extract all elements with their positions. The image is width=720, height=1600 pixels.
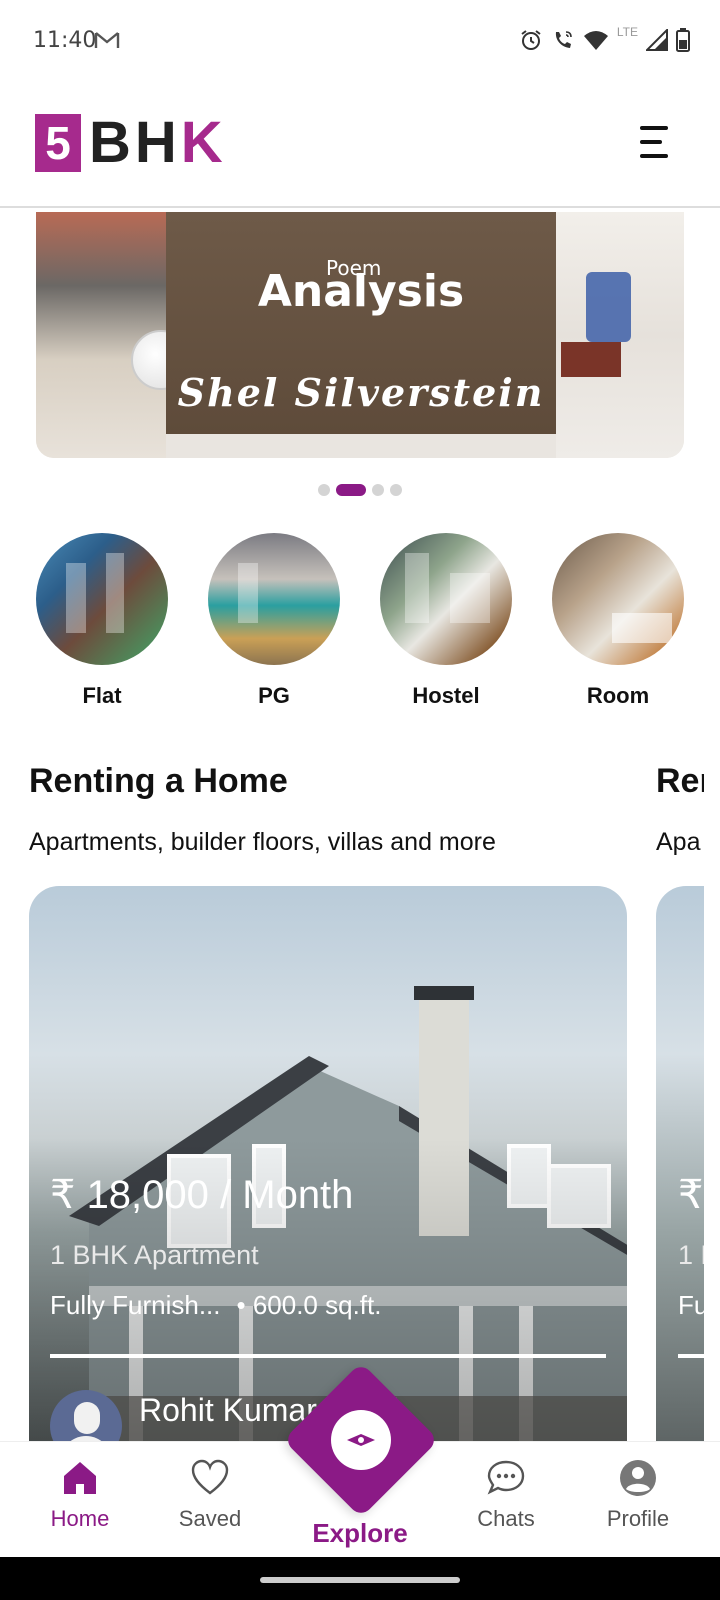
nav-label: Chats (477, 1506, 535, 1531)
category-label: PG (258, 683, 290, 708)
section-title: Renting a Home (29, 762, 288, 800)
category-label: Hostel (412, 683, 480, 708)
flat-image (36, 533, 168, 665)
category-room[interactable]: Room (552, 533, 684, 709)
app-header: 5 BHK (0, 84, 720, 208)
logo-text: BHK (89, 114, 227, 172)
nav-saved[interactable]: Saved (150, 1458, 270, 1532)
gmail-icon (94, 32, 120, 48)
nav-label: Home (50, 1506, 110, 1531)
listing-meta: Fully Furnish... • 600.0 sq.ft. (50, 1290, 381, 1321)
banner-photo-right (556, 212, 684, 458)
nav-home[interactable]: Home (20, 1458, 140, 1532)
pg-image (208, 533, 340, 665)
category-label: Flat (82, 683, 122, 708)
listing-furnishing: Fully Furnish... (50, 1290, 221, 1320)
wifi-calling-icon (555, 31, 572, 48)
carousel-dot-active[interactable] (336, 484, 366, 496)
next-listing-type: 1 E (678, 1240, 704, 1270)
app-logo[interactable]: 5 BHK (35, 114, 227, 172)
nav-label: Saved (178, 1506, 242, 1531)
signal-icon (646, 29, 668, 51)
listing-area: • 600.0 sq.ft. (236, 1290, 382, 1320)
compass-icon[interactable] (331, 1410, 391, 1470)
next-listing-meta: Fu (678, 1290, 704, 1320)
system-navigation-bar (0, 1557, 720, 1600)
home-icon (64, 1462, 96, 1494)
nav-label: Profile (606, 1506, 670, 1531)
hamburger-menu-icon[interactable] (640, 126, 672, 160)
carousel-pagination (0, 484, 720, 496)
profile-icon (620, 1460, 656, 1496)
home-gesture-pill[interactable] (260, 1577, 460, 1583)
status-icons: LTE (519, 25, 690, 52)
wifi-icon (583, 31, 608, 50)
category-label: Room (586, 683, 650, 708)
listing-price: ₹ 18,000 / Month (50, 1173, 354, 1217)
category-row: Flat PG Hostel Room (36, 533, 684, 709)
hostel-image (380, 533, 512, 665)
carousel-dot[interactable] (372, 484, 384, 496)
card-divider (50, 1354, 606, 1358)
network-type-label: LTE (616, 25, 638, 39)
next-card-divider (678, 1354, 704, 1358)
carousel-dot[interactable] (390, 484, 402, 496)
logo-mark: 5 (35, 114, 81, 172)
category-flat[interactable]: Flat (36, 533, 168, 709)
nav-profile[interactable]: Profile (578, 1458, 698, 1532)
banner-center-panel: Poem Analysis Shel Silverstein (166, 212, 556, 434)
next-section-subtitle: Apa (656, 828, 701, 856)
nav-chats[interactable]: Chats (446, 1458, 566, 1532)
carousel-dot[interactable] (318, 484, 330, 496)
banner-author: Shel Silverstein (177, 370, 545, 415)
room-image (552, 533, 684, 665)
nav-label-explore[interactable]: Explore (290, 1518, 430, 1549)
status-time: 11:40 (33, 28, 97, 53)
listing-type: 1 BHK Apartment (50, 1240, 259, 1270)
logo-text-main: BH (89, 110, 181, 175)
battery-icon (676, 28, 690, 52)
logo-text-accent: K (180, 110, 227, 175)
listing-card[interactable]: ₹ 18,000 / Month 1 BHK Apartment Fully F… (29, 886, 627, 1446)
section-subtitle: Apartments, builder floors, villas and m… (29, 828, 496, 856)
category-pg[interactable]: PG (208, 533, 340, 709)
promo-banner[interactable]: Poem Analysis Shel Silverstein (36, 212, 684, 458)
status-bar: 11:40 LTE (0, 0, 720, 84)
heart-icon (191, 1459, 229, 1495)
next-listing-price: ₹ (678, 1173, 704, 1217)
next-section-title: Rer (656, 762, 704, 800)
next-listing-card[interactable]: ₹ 1 E Fu (656, 886, 704, 1446)
category-hostel[interactable]: Hostel (380, 533, 512, 709)
chat-bubble-icon (487, 1460, 525, 1495)
alarm-icon (521, 30, 541, 50)
banner-brand: Analysis (257, 266, 465, 317)
